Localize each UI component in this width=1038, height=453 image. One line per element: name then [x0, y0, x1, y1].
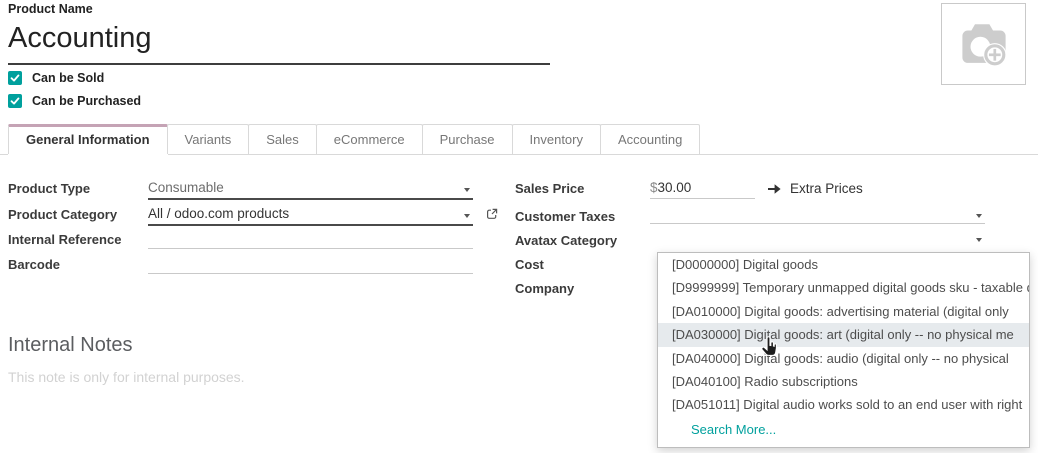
dropdown-option[interactable]: [DA040000] Digital goods: audio (digital… — [658, 347, 1029, 370]
product-name-input-underline: Accounting — [8, 18, 550, 65]
barcode-input[interactable] — [148, 256, 473, 274]
sales-price-value: 30.00 — [658, 180, 692, 195]
product-category-value: All / odoo.com products — [148, 206, 473, 224]
tab-purchase[interactable]: Purchase — [422, 124, 513, 154]
chevron-down-icon — [464, 214, 470, 218]
tab-ecommerce[interactable]: eCommerce — [316, 124, 423, 154]
currency-symbol: $ — [650, 180, 658, 195]
extra-prices-label: Extra Prices — [790, 181, 863, 196]
tab-accounting[interactable]: Accounting — [600, 124, 700, 154]
chevron-down-icon — [464, 188, 470, 192]
customer-taxes-select[interactable] — [650, 206, 985, 224]
search-more-link[interactable]: Search More... — [658, 417, 1029, 447]
arrow-right-icon — [767, 183, 782, 195]
cost-label: Cost — [515, 257, 544, 272]
checkmark-icon — [10, 73, 20, 83]
camera-plus-icon — [955, 17, 1013, 71]
dropdown-option[interactable]: [D9999999] Temporary unmapped digital go… — [658, 276, 1029, 299]
can-be-purchased-checkbox[interactable] — [8, 94, 22, 108]
product-type-select[interactable]: Consumable — [148, 180, 473, 200]
tab-sales[interactable]: Sales — [248, 124, 317, 154]
product-form-page: Product Name Accounting Can be Sold Can … — [0, 0, 1038, 453]
dropdown-option-highlighted[interactable]: [DA030000] Digital goods: art (digital o… — [658, 323, 1029, 346]
tab-general-information[interactable]: General Information — [8, 124, 168, 154]
checkmark-icon — [10, 96, 20, 106]
internal-reference-label: Internal Reference — [8, 232, 121, 247]
tab-variants[interactable]: Variants — [167, 124, 250, 154]
product-image-upload[interactable] — [941, 3, 1026, 85]
product-type-value: Consumable — [148, 180, 473, 198]
can-be-sold-label: Can be Sold — [32, 71, 104, 85]
product-name-label: Product Name — [8, 2, 93, 16]
can-be-sold-checkbox[interactable] — [8, 71, 22, 85]
can-be-purchased-label: Can be Purchased — [32, 94, 141, 108]
avatax-category-select[interactable] — [650, 230, 985, 248]
sales-price-input[interactable]: $30.00 — [650, 180, 755, 199]
chevron-down-icon — [976, 238, 982, 242]
dropdown-option[interactable]: [DA051011] Digital audio works sold to a… — [658, 393, 1029, 416]
can-be-purchased-row: Can be Purchased — [8, 94, 141, 108]
product-type-label: Product Type — [8, 181, 90, 196]
avatax-category-label: Avatax Category — [515, 233, 617, 248]
company-label: Company — [515, 281, 574, 296]
can-be-sold-row: Can be Sold — [8, 71, 104, 85]
notebook-tabs: General Information Variants Sales eComm… — [0, 124, 1038, 155]
dropdown-option[interactable]: [DA040100] Radio subscriptions — [658, 370, 1029, 393]
sales-price-label: Sales Price — [515, 181, 584, 196]
mouse-cursor-hand-icon — [760, 336, 777, 362]
extra-prices-button[interactable]: Extra Prices — [767, 181, 863, 196]
internal-notes-placeholder[interactable]: This note is only for internal purposes. — [8, 369, 245, 385]
internal-reference-input[interactable] — [148, 231, 473, 249]
chevron-down-icon — [976, 214, 982, 218]
dropdown-option[interactable]: [DA010000] Digital goods: advertising ma… — [658, 300, 1029, 323]
barcode-label: Barcode — [8, 257, 60, 272]
product-category-label: Product Category — [8, 207, 117, 222]
customer-taxes-label: Customer Taxes — [515, 209, 615, 224]
external-link-icon[interactable] — [485, 207, 499, 226]
internal-notes-title: Internal Notes — [8, 334, 133, 357]
tab-inventory[interactable]: Inventory — [512, 124, 601, 154]
product-category-select[interactable]: All / odoo.com products — [148, 206, 473, 226]
product-name-input[interactable]: Accounting — [8, 18, 550, 58]
avatax-category-dropdown: [D0000000] Digital goods [D9999999] Temp… — [657, 252, 1030, 448]
dropdown-option[interactable]: [D0000000] Digital goods — [658, 253, 1029, 276]
